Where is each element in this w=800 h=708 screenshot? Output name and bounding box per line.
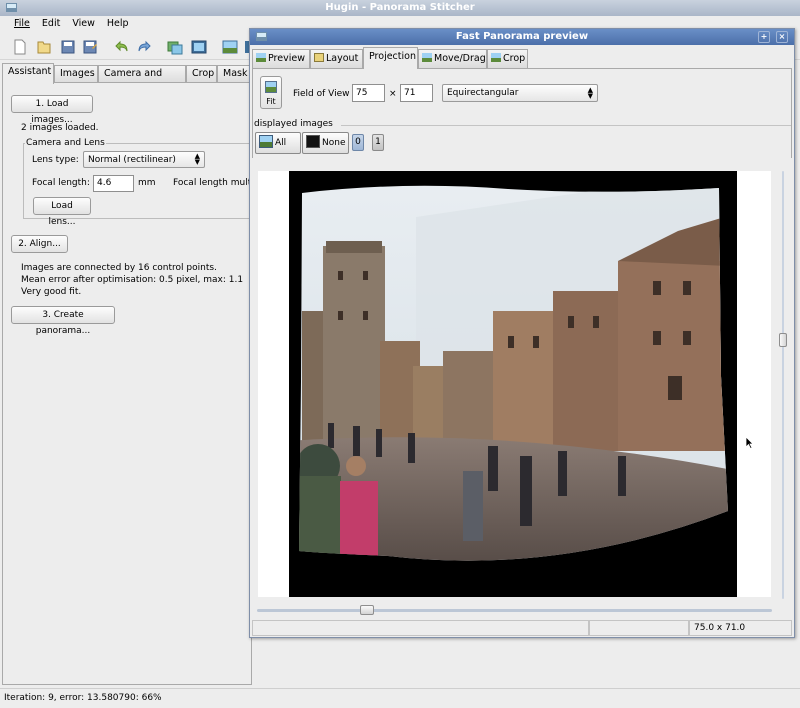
preview-status-bar: 75.0 x 71.0 xyxy=(252,620,792,636)
vertical-slider-handle[interactable] xyxy=(779,333,787,347)
fit-label: Fit xyxy=(266,97,276,106)
tab-assistant[interactable]: Assistant xyxy=(2,63,54,84)
preview-titlebar[interactable]: Fast Panorama preview + × xyxy=(250,29,794,45)
camera-group-title: Camera and Lens xyxy=(25,138,106,148)
fast-preview-window: Fast Panorama preview + × Preview Layout… xyxy=(249,28,795,638)
vertical-slider-track xyxy=(782,171,784,599)
add-images-icon[interactable] xyxy=(167,39,183,55)
preview-window-title: Fast Panorama preview xyxy=(455,31,589,42)
tab-mask[interactable]: Mask xyxy=(217,65,251,83)
tab-projection-label: Projection xyxy=(369,51,416,62)
tab-preview[interactable]: Preview xyxy=(252,49,310,68)
all-images-icon xyxy=(259,135,273,148)
horizontal-slider-track xyxy=(257,609,772,612)
create-panorama-button[interactable]: 3. Create panorama... xyxy=(11,306,115,336)
tab-move-drag[interactable]: Move/Drag xyxy=(418,49,487,68)
show-none-label: None xyxy=(322,138,346,148)
load-images-button[interactable]: 1. Load images... xyxy=(11,95,93,125)
focal-length-input[interactable]: 4.6 xyxy=(93,175,134,192)
tab-crop[interactable]: Crop xyxy=(186,65,217,83)
tab-move-drag-label: Move/Drag xyxy=(434,53,486,64)
fov-status: 75.0 x 71.0 xyxy=(689,620,792,636)
focal-length-multiplier-label: Focal length multi xyxy=(173,178,251,188)
undo-icon[interactable] xyxy=(114,39,130,55)
preview-icon[interactable] xyxy=(222,39,238,55)
group-divider xyxy=(341,125,791,126)
fov-vertical-input[interactable]: 71 xyxy=(400,84,433,102)
tab-images[interactable]: Images xyxy=(54,65,98,83)
images-loaded-label: 2 images loaded. xyxy=(21,123,99,133)
new-icon[interactable] xyxy=(12,39,28,55)
preview-status-cell-2 xyxy=(589,620,689,636)
tab-layout-label: Layout xyxy=(326,53,359,64)
show-all-button[interactable]: All xyxy=(255,132,301,154)
preview-app-icon xyxy=(256,32,267,41)
main-window-title: Hugin - Panorama Stitcher xyxy=(325,2,475,13)
no-images-icon xyxy=(306,135,320,148)
assistant-panel: 1. Load images... 2 images loaded. Camer… xyxy=(2,82,263,685)
updown-arrows-icon: ▲ ▼ xyxy=(194,152,200,166)
image-1-toggle[interactable]: 1 xyxy=(372,134,384,151)
align-info-mean-error: Mean error after optimisation: 0.5 pixel… xyxy=(21,275,244,285)
save-as-icon[interactable] xyxy=(82,39,98,55)
panorama-image xyxy=(289,171,737,597)
maximize-icon[interactable]: + xyxy=(758,31,770,43)
horizontal-scroll-slider[interactable] xyxy=(257,605,772,615)
vertical-scroll-slider[interactable] xyxy=(779,171,787,601)
save-icon[interactable] xyxy=(60,39,76,55)
preview-status-cell-1 xyxy=(252,620,589,636)
fov-horizontal-input[interactable]: 75 xyxy=(352,84,385,102)
align-button[interactable]: 2. Align... xyxy=(11,235,68,253)
crop-tab-icon xyxy=(491,53,501,62)
close-icon[interactable]: × xyxy=(776,31,788,43)
horizontal-slider-handle[interactable] xyxy=(360,605,374,615)
tab-layout[interactable]: Layout xyxy=(310,49,363,68)
tab-camera-and-lens[interactable]: Camera and Lens xyxy=(98,65,186,95)
hugin-app-icon xyxy=(6,3,17,12)
show-none-button[interactable]: None xyxy=(302,132,349,154)
lens-type-select[interactable]: Normal (rectilinear) ▲ ▼ xyxy=(83,151,205,168)
status-text: Iteration: 9, error: 13.580790: 66% xyxy=(4,693,162,703)
open-icon[interactable] xyxy=(36,39,52,55)
tab-preview-label: Preview xyxy=(268,53,305,64)
fit-button[interactable]: Fit xyxy=(260,76,282,109)
focal-length-label: Focal length: xyxy=(32,178,90,188)
lens-type-label: Lens type: xyxy=(32,155,79,165)
tab-crop-preview-label: Crop xyxy=(503,53,526,64)
move-drag-tab-icon xyxy=(422,53,432,62)
menu-file[interactable]: File xyxy=(14,16,30,31)
lens-type-value: Normal (rectilinear) xyxy=(88,155,176,165)
redo-icon[interactable] xyxy=(136,39,152,55)
displayed-images-label: displayed images xyxy=(254,119,333,129)
focal-length-unit: mm xyxy=(138,178,156,188)
projection-select[interactable]: Equirectangular ▲ ▼ xyxy=(442,84,598,102)
main-status-bar: Iteration: 9, error: 13.580790: 66% xyxy=(0,688,800,708)
updown-arrows-icon: ▲ ▼ xyxy=(587,86,593,100)
projection-value: Equirectangular xyxy=(447,88,519,98)
image-0-toggle[interactable]: 0 xyxy=(352,134,364,151)
align-info-fit-quality: Very good fit. xyxy=(21,287,82,297)
fit-icon xyxy=(265,81,277,93)
menu-view[interactable]: View xyxy=(72,16,95,31)
align-info-control-points: Images are connected by 16 control point… xyxy=(21,263,217,273)
preview-tab-icon xyxy=(256,53,266,62)
tab-crop-preview[interactable]: Crop xyxy=(487,49,528,68)
field-of-view-label: Field of View xyxy=(293,89,350,99)
show-all-label: All xyxy=(275,138,287,148)
load-lens-button[interactable]: Load lens... xyxy=(33,197,91,227)
preview-canvas[interactable] xyxy=(258,171,771,597)
mouse-cursor-icon xyxy=(745,436,754,449)
main-window-titlebar: Hugin - Panorama Stitcher xyxy=(0,0,800,16)
tab-projection[interactable]: Projection xyxy=(363,47,418,69)
add-series-icon[interactable] xyxy=(191,39,207,55)
menu-edit[interactable]: Edit xyxy=(42,16,60,31)
menu-help[interactable]: Help xyxy=(107,16,129,31)
fov-separator: × xyxy=(389,89,397,99)
layout-tab-icon xyxy=(314,53,324,62)
